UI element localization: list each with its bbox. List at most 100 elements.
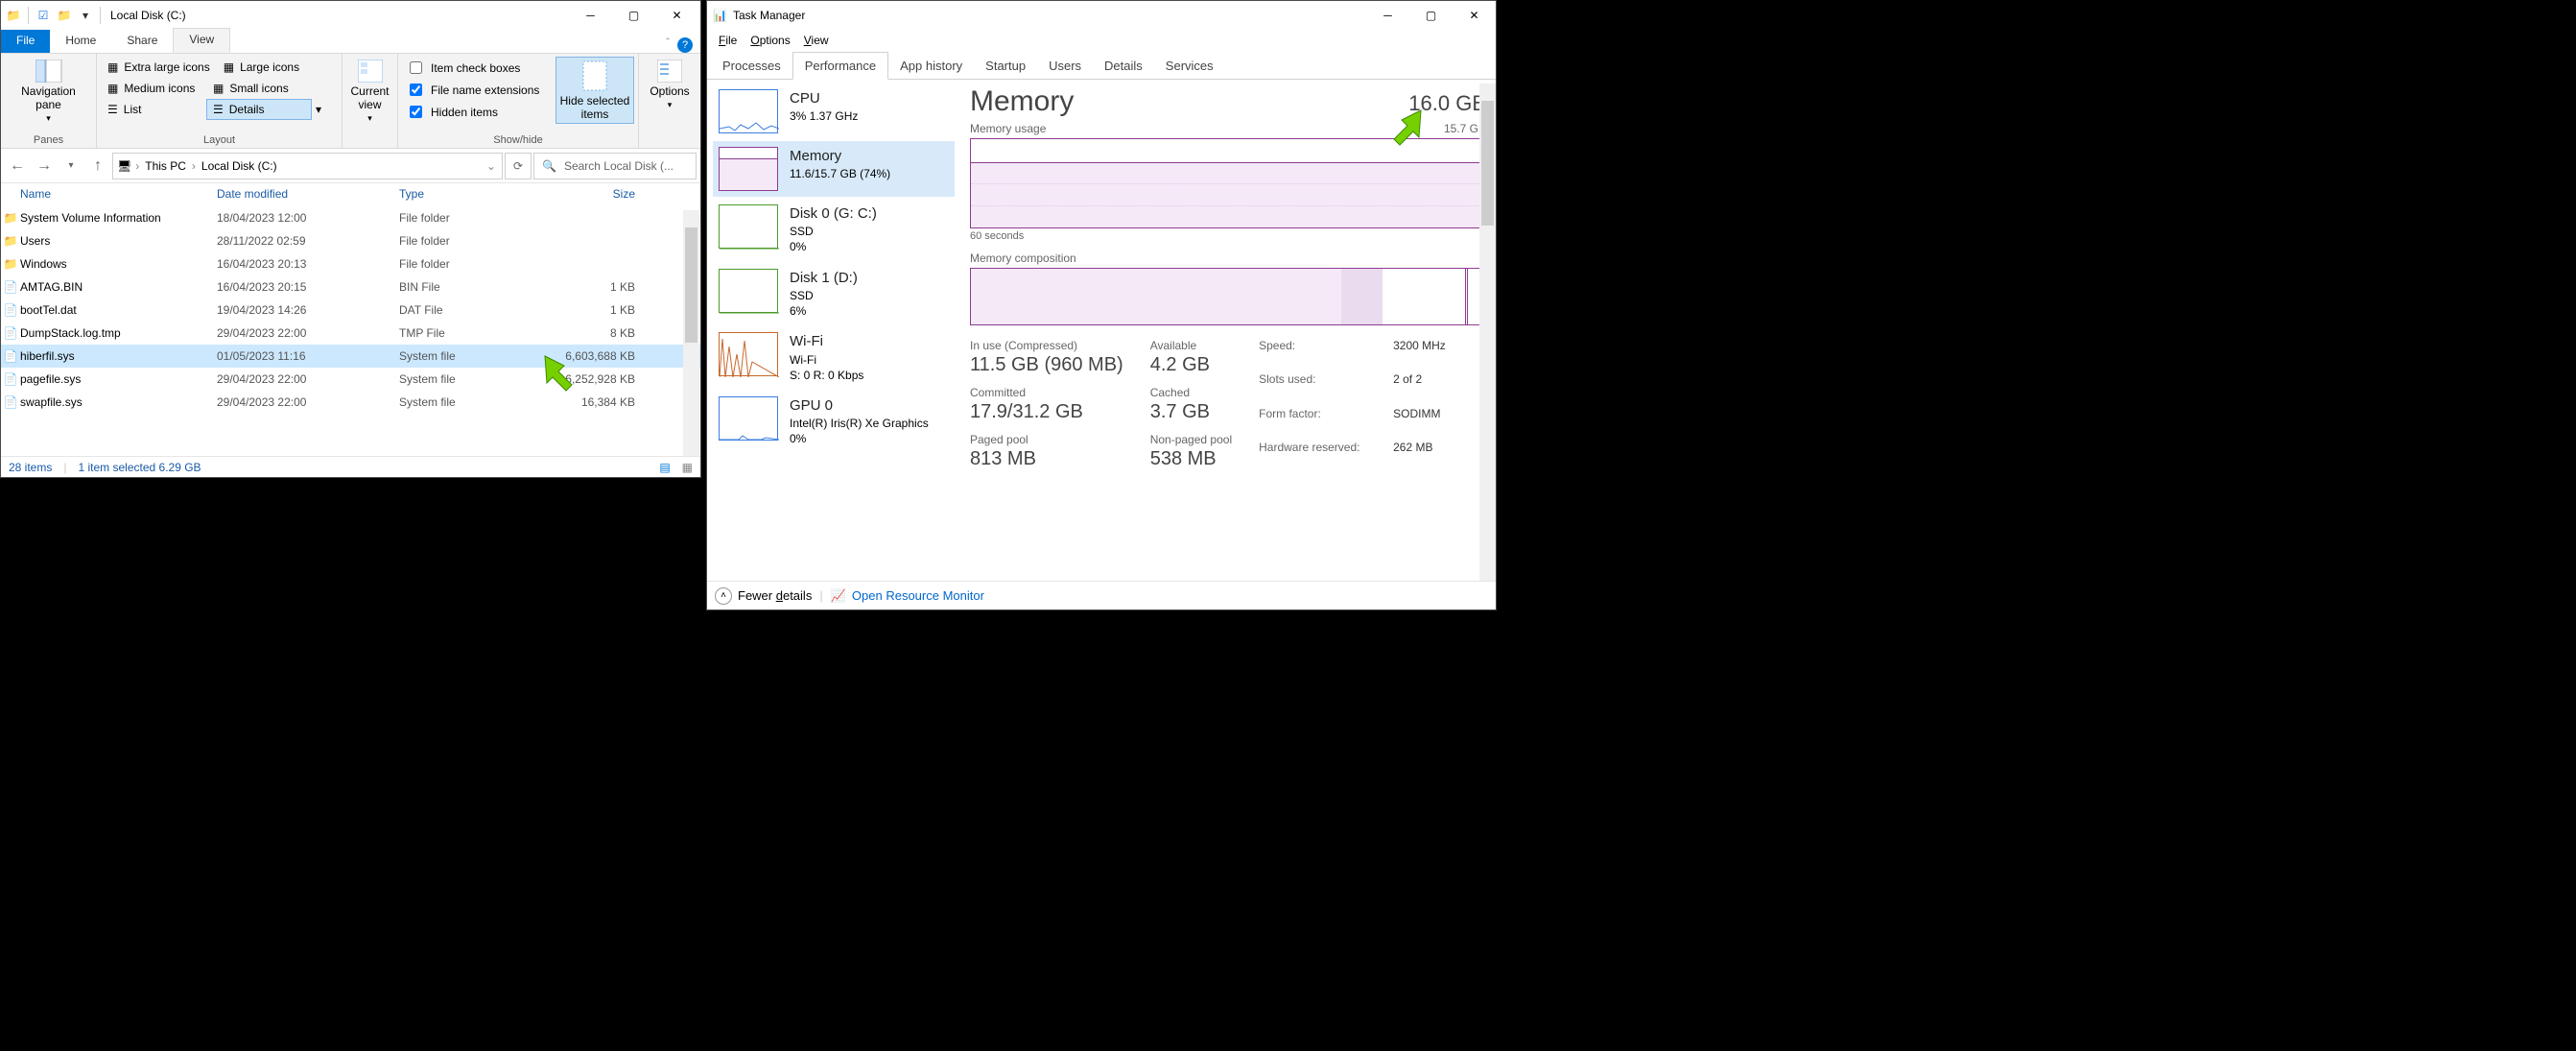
fewer-details-toggle[interactable]: ˄ Fewer details — [715, 587, 812, 605]
address-bar[interactable]: 🖥 › This PC › Local Disk (C:) ⌄ — [112, 153, 503, 179]
breadcrumb-this-pc[interactable]: This PC — [143, 159, 188, 173]
col-name[interactable]: Name — [1, 187, 217, 201]
file-list[interactable]: 📁System Volume Information18/04/2023 12:… — [1, 206, 700, 414]
tab-details[interactable]: Details — [1093, 53, 1154, 79]
file-size: 8 KB — [551, 326, 645, 340]
layout-more-icon[interactable]: ▾ — [312, 103, 325, 116]
vertical-scrollbar[interactable] — [683, 210, 699, 456]
file-name: DumpStack.log.tmp — [20, 326, 217, 340]
layout-list[interactable]: ☰List — [101, 99, 206, 120]
file-row[interactable]: 📄DumpStack.log.tmp29/04/2023 22:00TMP Fi… — [1, 322, 700, 345]
help-icon[interactable]: ? — [677, 37, 693, 53]
file-row[interactable]: 📄bootTel.dat19/04/2023 14:26DAT File1 KB — [1, 299, 700, 322]
column-headers[interactable]: Name Date modified Type Size — [1, 183, 700, 206]
sidebar-item-cpu[interactable]: CPU3% 1.37 GHz — [713, 84, 955, 139]
file-row[interactable]: 📄hiberfil.sys01/05/2023 11:16System file… — [1, 345, 700, 368]
tm-titlebar[interactable]: 📊 Task Manager ─ ▢ ✕ — [707, 1, 1496, 30]
collapse-ribbon-icon[interactable]: ＾ — [662, 36, 674, 53]
menu-file[interactable]: File — [713, 32, 743, 49]
hide-selected-items-button[interactable]: Hide selected items — [555, 57, 634, 124]
address-history-icon[interactable]: ⌄ — [484, 159, 498, 173]
file-name-extensions-checkbox[interactable]: File name extensions — [402, 79, 555, 101]
sidebar-item-mem[interactable]: Memory11.6/15.7 GB (74%) — [713, 141, 955, 197]
performance-sidebar[interactable]: CPU3% 1.37 GHzMemory11.6/15.7 GB (74%)Di… — [707, 80, 960, 579]
tab-users[interactable]: Users — [1037, 53, 1093, 79]
chevron-right-icon[interactable]: › — [190, 159, 198, 173]
minimize-button[interactable]: ─ — [569, 1, 612, 30]
col-date[interactable]: Date modified — [217, 187, 399, 201]
minimize-button[interactable]: ─ — [1366, 1, 1409, 30]
menu-view[interactable]: View — [798, 32, 835, 49]
details-view-toggle-icon[interactable]: ▤ — [659, 461, 670, 474]
col-type[interactable]: Type — [399, 187, 551, 201]
item-check-boxes-checkbox[interactable]: Item check boxes — [402, 57, 555, 79]
tab-services[interactable]: Services — [1154, 53, 1225, 79]
file-icon: 📄 — [1, 372, 20, 386]
menu-options[interactable]: Options — [744, 32, 795, 49]
memory-panel: Memory 16.0 GB Memory usage 15.7 GB 60 s… — [960, 80, 1496, 579]
sidebar-item-wifi[interactable]: Wi-FiWi-FiS: 0 R: 0 Kbps — [713, 326, 955, 389]
chevron-right-icon[interactable]: › — [133, 159, 141, 173]
chevron-down-icon: ▾ — [367, 113, 372, 124]
layout-extra-large[interactable]: ▦Extra large icons — [101, 57, 217, 78]
tm-tabstrip[interactable]: ProcessesPerformanceApp historyStartupUs… — [707, 51, 1496, 80]
available-value: 4.2 GB — [1150, 354, 1232, 376]
maximize-button[interactable]: ▢ — [1409, 1, 1453, 30]
navigation-pane-button[interactable]: Navigation pane ▾ — [8, 57, 90, 127]
view-tab[interactable]: View — [173, 28, 230, 53]
file-row[interactable]: 📄AMTAG.BIN16/04/2023 20:15BIN File1 KB — [1, 275, 700, 299]
file-tab[interactable]: File — [1, 30, 50, 53]
scrollbar-thumb[interactable] — [685, 227, 697, 343]
tab-startup[interactable]: Startup — [974, 53, 1037, 79]
inuse-label: In use (Compressed) — [970, 339, 1123, 352]
layout-medium[interactable]: ▦Medium icons — [101, 78, 206, 99]
refresh-button[interactable]: ⟳ — [505, 153, 532, 179]
large-icons-view-toggle-icon[interactable]: ▦ — [682, 461, 693, 474]
file-row[interactable]: 📁System Volume Information18/04/2023 12:… — [1, 206, 700, 229]
open-resource-monitor-link[interactable]: 📈 Open Resource Monitor — [831, 588, 984, 604]
close-button[interactable]: ✕ — [1453, 1, 1496, 30]
tab-performance[interactable]: Performance — [792, 52, 888, 80]
forward-button[interactable]: → — [32, 154, 57, 179]
task-manager-window: 📊 Task Manager ─ ▢ ✕ File Options View P… — [706, 0, 1497, 610]
col-size[interactable]: Size — [551, 187, 645, 201]
layout-large[interactable]: ▦Large icons — [217, 57, 322, 78]
file-name: AMTAG.BIN — [20, 280, 217, 294]
recent-locations-button[interactable]: ▾ — [59, 154, 83, 179]
current-view-button[interactable]: Current view ▾ — [346, 57, 393, 127]
close-button[interactable]: ✕ — [655, 1, 698, 30]
file-row[interactable]: 📄pagefile.sys29/04/2023 22:00System file… — [1, 368, 700, 391]
file-row[interactable]: 📁Windows16/04/2023 20:13File folder — [1, 252, 700, 275]
explorer-titlebar[interactable]: 📁 ☑ 📁 ▾ Local Disk (C:) ─ ▢ ✕ — [1, 1, 700, 30]
share-tab[interactable]: Share — [111, 30, 173, 53]
up-button[interactable]: ↑ — [85, 154, 110, 179]
taskmgr-app-icon: 📊 — [713, 9, 727, 22]
layout-details[interactable]: ☰Details — [206, 99, 312, 120]
scrollbar-thumb[interactable] — [1481, 101, 1494, 226]
tab-processes[interactable]: Processes — [711, 53, 792, 79]
hidden-items-checkbox[interactable]: Hidden items — [402, 101, 555, 123]
available-label: Available — [1150, 339, 1232, 352]
maximize-button[interactable]: ▢ — [612, 1, 655, 30]
ribbon-view: Navigation pane ▾ Panes ▦Extra large ico… — [1, 53, 700, 149]
sidebar-item-gpu[interactable]: GPU 0Intel(R) Iris(R) Xe Graphics0% — [713, 391, 955, 453]
showhide-group-label: Show/hide — [402, 134, 634, 148]
sidebar-item-disk0[interactable]: Disk 0 (G: C:)SSD0% — [713, 199, 955, 261]
vertical-scrollbar[interactable] — [1479, 84, 1496, 581]
back-button[interactable]: ← — [5, 154, 30, 179]
search-box[interactable]: 🔍 Search Local Disk (... — [533, 153, 697, 179]
tm-menu-bar[interactable]: File Options View — [707, 30, 1496, 51]
file-icon: 📄 — [1, 280, 20, 294]
new-folder-qat-icon[interactable]: 📁 — [54, 9, 75, 22]
options-button[interactable]: Options ▾ — [643, 57, 697, 113]
file-row[interactable]: 📁Users28/11/2022 02:59File folder — [1, 229, 700, 252]
cached-value: 3.7 GB — [1150, 401, 1232, 423]
tab-app-history[interactable]: App history — [888, 53, 974, 79]
properties-qat-icon[interactable]: ☑ — [33, 9, 54, 22]
file-row[interactable]: 📄swapfile.sys29/04/2023 22:00System file… — [1, 391, 700, 414]
sidebar-item-disk1[interactable]: Disk 1 (D:)SSD6% — [713, 263, 955, 325]
breadcrumb-local-disk[interactable]: Local Disk (C:) — [200, 159, 279, 173]
qat-dropdown-icon[interactable]: ▾ — [75, 9, 96, 22]
layout-small[interactable]: ▦Small icons — [206, 78, 312, 99]
home-tab[interactable]: Home — [50, 30, 111, 53]
